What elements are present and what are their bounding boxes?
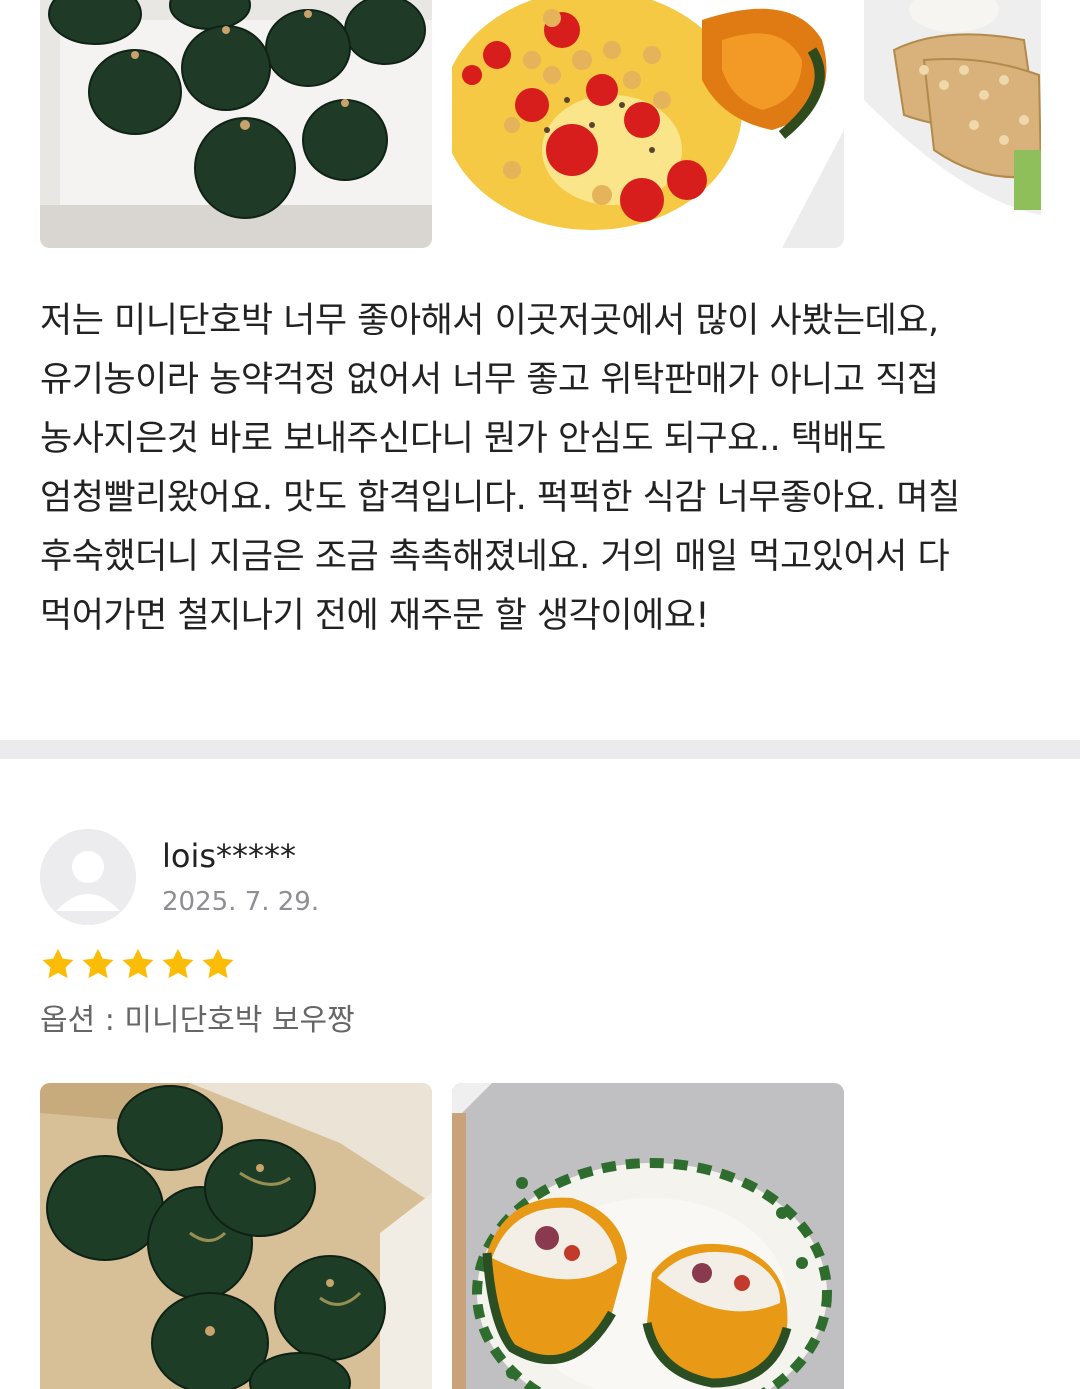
mini-pumpkins-on-tray-photo [40, 0, 432, 248]
review-photo-pumpkins-in-box[interactable] [40, 1083, 432, 1389]
user-avatar [40, 829, 136, 925]
review-photo-tempeh-bowl[interactable] [864, 0, 1041, 248]
review-photo-stuffed-pumpkin[interactable] [452, 1083, 844, 1389]
star-icon [202, 948, 234, 979]
review-photo-mini-pumpkins[interactable] [40, 0, 432, 248]
tempeh-bowl-photo [864, 0, 1041, 248]
default-user-avatar-icon [40, 829, 136, 925]
stuffed-pumpkin-on-plate-photo [452, 1083, 844, 1389]
previous-review-photos [40, 0, 1041, 248]
current-review-photos [40, 1083, 844, 1389]
review-divider [0, 740, 1080, 759]
review-photo-salad[interactable] [452, 0, 844, 248]
purchased-option: 옵션 : 미니단호박 보우짱 [40, 1003, 355, 1038]
star-icon [42, 948, 74, 979]
pumpkins-in-box-photo [40, 1083, 432, 1389]
star-icon [122, 948, 154, 979]
reviewer-username: lois***** [162, 837, 297, 875]
review-date: 2025. 7. 29. [162, 887, 320, 917]
star-icon [162, 948, 194, 979]
previous-review-text: 저는 미니단호박 너무 좋아해서 이곳저곳에서 많이 사봤는데요, 유기농이라 … [40, 301, 960, 636]
star-icon [82, 948, 114, 979]
chickpea-tomato-pumpkin-salad-photo [452, 0, 844, 248]
star-rating [40, 946, 236, 982]
